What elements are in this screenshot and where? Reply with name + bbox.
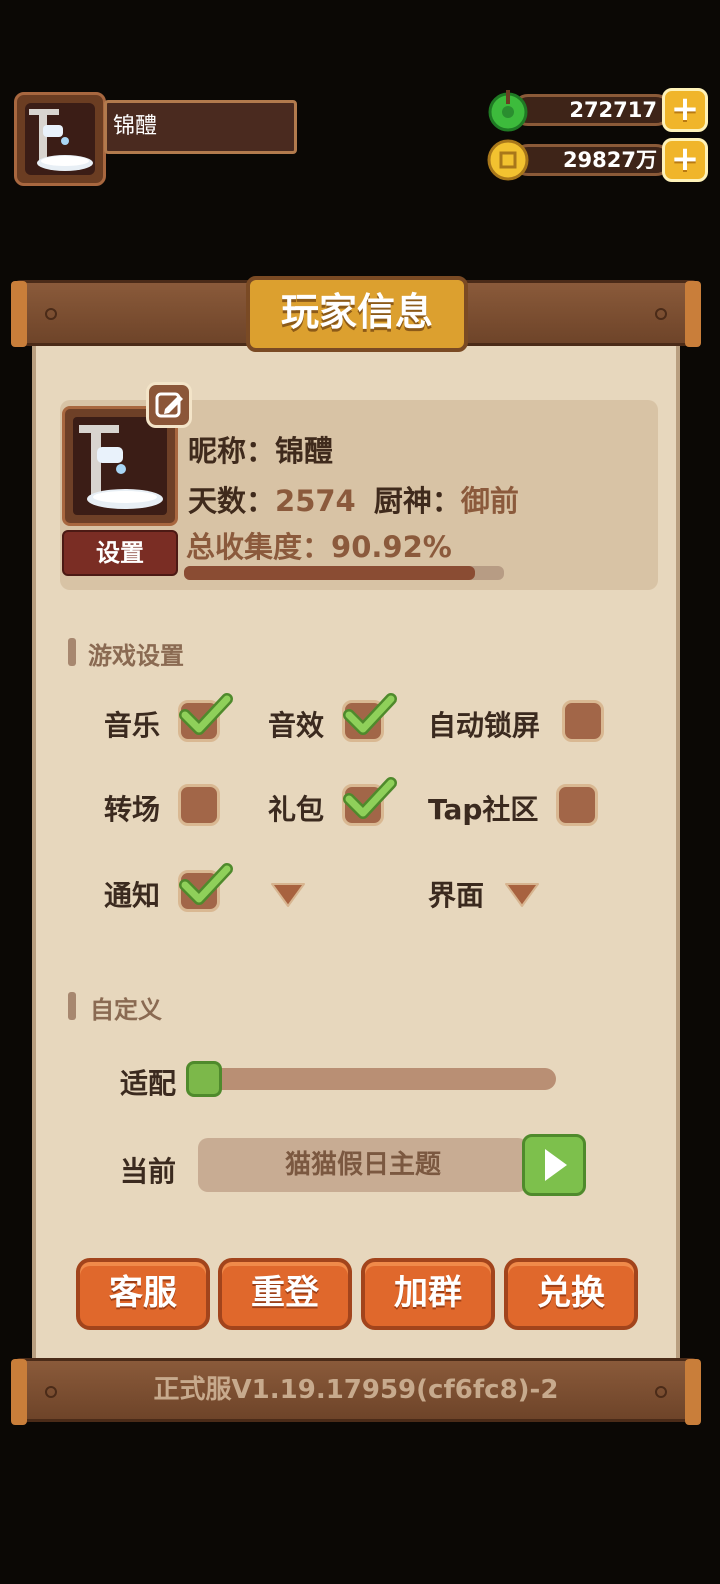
check-icon (343, 693, 397, 735)
option-label-gift: 礼包 (268, 793, 325, 826)
check-icon (179, 693, 233, 735)
jade-icon (488, 90, 528, 132)
checkbox-autolock[interactable] (562, 700, 604, 742)
check-icon (343, 777, 397, 819)
faucet-avatar-icon (29, 109, 93, 171)
customer-service-button[interactable]: 客服 (76, 1258, 210, 1330)
panel-title: 玩家信息 (246, 276, 468, 352)
faucet-avatar-icon (79, 425, 163, 509)
check-icon (179, 863, 233, 905)
checkbox-gift[interactable] (342, 777, 397, 826)
play-icon (545, 1149, 567, 1181)
redeem-button[interactable]: 兑换 (504, 1258, 638, 1330)
collection-progress-bar (184, 566, 504, 580)
option-label-transition: 转场 (104, 793, 161, 826)
player-name: 锦醴 (104, 100, 297, 154)
checkbox-transition[interactable] (178, 784, 220, 826)
chef-label: 厨神： (373, 484, 461, 518)
add-jade-button[interactable]: + (662, 88, 708, 132)
days-label: 天数： (188, 484, 276, 518)
jade-amount: 272717 (512, 94, 672, 126)
checkbox-notify[interactable] (178, 863, 233, 912)
avatar-settings-button[interactable]: 设置 (62, 530, 178, 576)
option-label-sfx: 音效 (268, 709, 325, 742)
option-label-autolock: 自动锁屏 (428, 709, 541, 742)
notify-dropdown-icon[interactable] (270, 880, 306, 908)
game-settings-title: 游戏设置 (88, 642, 184, 670)
coin-icon (487, 139, 529, 181)
relogin-button[interactable]: 重登 (218, 1258, 352, 1330)
coin-currency: 29827万 + (486, 138, 708, 182)
checkbox-tap-community[interactable] (556, 784, 598, 826)
option-label-notify: 通知 (104, 879, 161, 912)
theme-switch-button[interactable] (522, 1134, 586, 1196)
option-label-music: 音乐 (104, 709, 161, 742)
current-label: 当前 (120, 1155, 177, 1188)
join-group-button[interactable]: 加群 (361, 1258, 495, 1330)
days-row: 天数：2574 厨神：御前 (188, 478, 519, 520)
collection-row: 总收集度：90.92% (186, 524, 452, 566)
section-marker (68, 992, 76, 1020)
option-label-interface: 界面 (428, 879, 485, 912)
adapt-label: 适配 (120, 1067, 177, 1100)
nickname-value: 锦醴 (275, 434, 334, 468)
adapt-slider[interactable] (196, 1068, 556, 1090)
add-coin-button[interactable]: + (662, 138, 708, 182)
interface-dropdown-icon[interactable] (504, 880, 540, 908)
chef-value: 御前 (460, 484, 519, 518)
player-avatar[interactable] (14, 92, 106, 186)
adapt-slider-handle[interactable] (186, 1061, 222, 1097)
custom-title: 自定义 (90, 996, 162, 1024)
days-value: 2574 (275, 484, 356, 518)
coin-amount: 29827万 (512, 144, 672, 176)
version-text: 正式服V1.19.17959(cf6fc8)-2 (153, 1375, 559, 1405)
checkbox-music[interactable] (178, 693, 233, 742)
checkbox-sfx[interactable] (342, 693, 397, 742)
jade-currency: 272717 + (486, 88, 708, 132)
nickname-row: 昵称：锦醴 (188, 428, 333, 470)
collection-value: 90.92% (331, 530, 452, 564)
section-marker (68, 638, 76, 666)
collection-label: 总收集度： (186, 530, 332, 564)
theme-name: 猫猫假日主题 (198, 1138, 528, 1192)
option-label-tap-community: Tap社区 (428, 793, 539, 826)
collection-progress-fill (184, 566, 475, 580)
edit-profile-button[interactable] (146, 382, 192, 428)
nickname-label: 昵称： (188, 434, 276, 468)
edit-icon (155, 392, 183, 418)
